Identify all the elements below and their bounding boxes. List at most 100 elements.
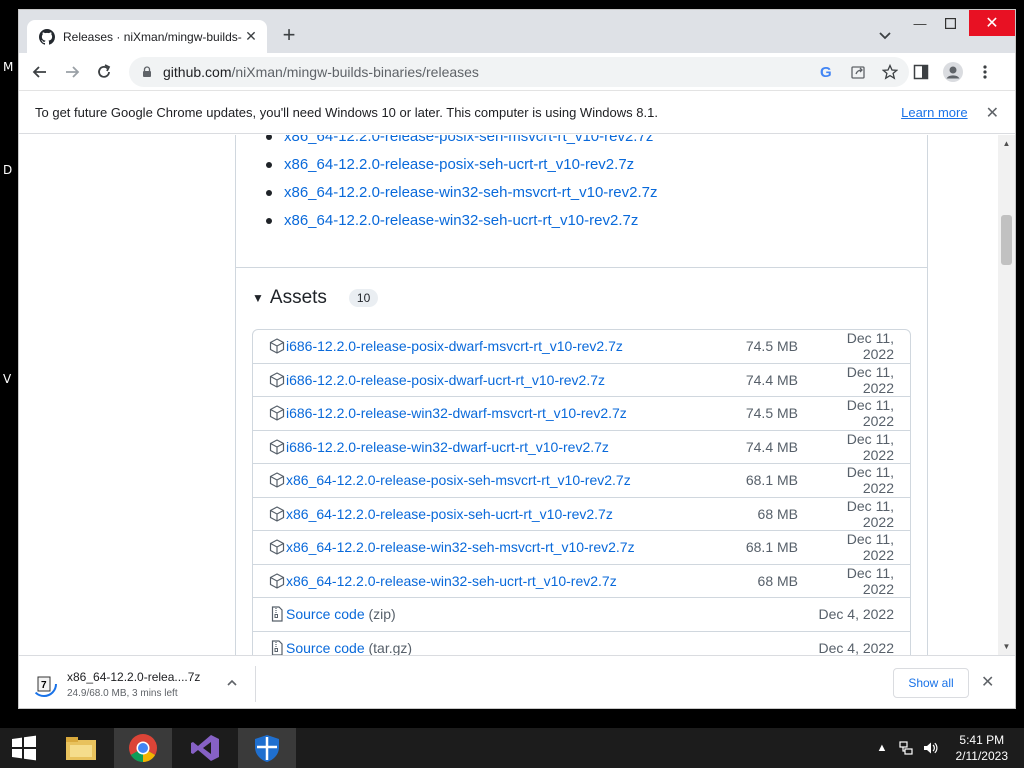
asset-size: 74.4 MB <box>745 438 798 455</box>
chrome-icon <box>129 734 157 762</box>
tab-search-chevron-icon[interactable] <box>876 26 894 44</box>
release-file-link[interactable]: x86_64-12.2.0-release-posix-seh-ucrt-rt_… <box>266 151 658 179</box>
tab-close-icon[interactable]: ✕ <box>243 28 259 45</box>
taskbar-chrome[interactable] <box>114 728 172 768</box>
source-code-link[interactable]: Source code (tar.gz) <box>286 640 814 655</box>
asset-row: i686-12.2.0-release-win32-dwarf-ucrt-rt_… <box>253 430 910 464</box>
folder-icon <box>66 737 96 760</box>
asset-size: 68 MB <box>757 572 798 589</box>
url-path: /niXman/mingw-builds-binaries/releases <box>231 64 479 80</box>
download-filename: x86_64-12.2.0-relea....7z <box>67 669 201 684</box>
release-box: x86_64-12.2.0-release-posix-seh-msvcrt-r… <box>235 135 928 655</box>
bookmark-star-icon[interactable] <box>881 63 899 81</box>
vertical-scrollbar[interactable]: ▲ ▼ <box>998 135 1015 655</box>
infobar-message: To get future Google Chrome updates, you… <box>35 105 658 120</box>
back-button[interactable] <box>28 60 52 84</box>
asset-date: Dec 11, 2022 <box>846 397 894 430</box>
scrollbar-thumb[interactable] <box>1001 215 1012 265</box>
tab-title: Releases · niXman/mingw-builds- <box>63 29 242 44</box>
asset-row: i686-12.2.0-release-win32-dwarf-msvcrt-r… <box>253 397 910 431</box>
release-file-link[interactable]: x86_64-12.2.0-release-win32-seh-ucrt-rt_… <box>266 207 658 235</box>
google-icon[interactable]: G <box>817 63 835 81</box>
scroll-down-arrow-icon[interactable]: ▼ <box>998 638 1015 655</box>
asset-row: x86_64-12.2.0-release-posix-seh-msvcrt-r… <box>253 464 910 498</box>
volume-icon[interactable] <box>922 740 938 756</box>
taskbar-security[interactable] <box>238 728 296 768</box>
chrome-window: Releases · niXman/mingw-builds- ✕ + — ✕ … <box>18 9 1016 709</box>
tab-releases[interactable]: Releases · niXman/mingw-builds- ✕ <box>27 20 267 53</box>
side-panel-icon <box>913 64 929 80</box>
section-divider <box>236 267 927 268</box>
release-file-link[interactable]: x86_64-12.2.0-release-posix-seh-msvcrt-r… <box>266 135 658 151</box>
tab-strip: Releases · niXman/mingw-builds- ✕ + — ✕ <box>19 10 1015 53</box>
asset-row: x86_64-12.2.0-release-win32-seh-msvcrt-r… <box>253 531 910 565</box>
learn-more-link[interactable]: Learn more <box>901 105 967 120</box>
maximize-button[interactable] <box>934 10 966 36</box>
forward-button[interactable] <box>60 60 84 84</box>
source-code-label: Source code <box>286 606 365 623</box>
desktop-fragment: D <box>3 163 13 177</box>
asset-link[interactable]: i686-12.2.0-release-posix-dwarf-msvcrt-r… <box>286 338 708 354</box>
close-window-button[interactable]: ✕ <box>969 10 1015 36</box>
share-icon[interactable] <box>849 63 867 81</box>
taskbar-file-explorer[interactable] <box>52 728 110 768</box>
asset-link[interactable]: i686-12.2.0-release-posix-dwarf-ucrt-rt_… <box>286 372 708 388</box>
download-item[interactable]: 7 x86_64-12.2.0-relea....7z 24.9/68.0 MB… <box>31 666 256 702</box>
system-clock[interactable]: 5:41 PM 2/11/2023 <box>956 732 1009 764</box>
asset-date: Dec 4, 2022 <box>818 606 895 623</box>
menu-button[interactable] <box>973 60 997 84</box>
side-panel-button[interactable] <box>909 60 933 84</box>
source-code-format: (zip) <box>368 606 396 623</box>
page-content: x86_64-12.2.0-release-posix-seh-msvcrt-r… <box>19 135 1015 655</box>
new-tab-button[interactable]: + <box>277 24 301 48</box>
asset-link[interactable]: x86_64-12.2.0-release-posix-seh-ucrt-rt_… <box>286 506 708 522</box>
assets-header[interactable]: ▼ Assets 10 <box>252 287 379 309</box>
source-asset-row: Source code (zip) Dec 4, 2022 <box>253 598 910 632</box>
browser-toolbar: github.com/niXman/mingw-builds-binaries/… <box>19 53 1015 91</box>
source-code-format: (tar.gz) <box>368 640 413 655</box>
package-icon <box>269 372 285 388</box>
minimize-button[interactable]: — <box>904 10 936 36</box>
download-status: 24.9/68.0 MB, 3 mins left <box>67 687 178 699</box>
asset-size: 68.1 MB <box>745 539 798 556</box>
asset-row: i686-12.2.0-release-posix-dwarf-msvcrt-r… <box>253 330 910 364</box>
release-file-link[interactable]: x86_64-12.2.0-release-win32-seh-msvcrt-r… <box>266 179 658 207</box>
asset-date: Dec 11, 2022 <box>846 531 894 564</box>
update-infobar: To get future Google Chrome updates, you… <box>19 92 1015 134</box>
reload-button[interactable] <box>92 60 116 84</box>
kebab-menu-icon <box>983 65 987 79</box>
package-icon <box>269 405 285 421</box>
asset-link[interactable]: i686-12.2.0-release-win32-dwarf-ucrt-rt_… <box>286 439 708 455</box>
address-bar[interactable]: github.com/niXman/mingw-builds-binaries/… <box>129 57 909 87</box>
package-icon <box>269 338 285 354</box>
package-icon <box>269 472 285 488</box>
asset-row: x86_64-12.2.0-release-win32-seh-ucrt-rt_… <box>253 564 910 598</box>
desktop-fragment: M <box>3 60 14 74</box>
download-shelf-close-icon[interactable]: ✕ <box>981 672 994 692</box>
svg-text:7: 7 <box>41 680 47 691</box>
desktop-fragment: V <box>3 372 12 386</box>
show-all-button[interactable]: Show all <box>893 668 969 698</box>
asset-row: i686-12.2.0-release-posix-dwarf-ucrt-rt_… <box>253 364 910 397</box>
network-icon[interactable] <box>898 740 914 756</box>
asset-size: 68.1 MB <box>745 472 798 489</box>
tray-overflow-icon[interactable]: ▲ <box>874 740 890 756</box>
asset-date: Dec 11, 2022 <box>846 430 894 463</box>
profile-button[interactable] <box>941 60 965 84</box>
chevron-up-icon[interactable] <box>225 676 239 690</box>
forward-arrow-icon <box>66 66 80 78</box>
asset-link[interactable]: x86_64-12.2.0-release-win32-seh-msvcrt-r… <box>286 539 708 555</box>
asset-link[interactable]: i686-12.2.0-release-win32-dwarf-msvcrt-r… <box>286 405 708 421</box>
release-file-list: x86_64-12.2.0-release-posix-seh-msvcrt-r… <box>266 135 658 235</box>
scroll-up-arrow-icon[interactable]: ▲ <box>998 135 1015 152</box>
asset-row: x86_64-12.2.0-release-posix-seh-ucrt-rt_… <box>253 498 910 531</box>
source-code-link[interactable]: Source code (zip) <box>286 606 814 622</box>
start-button[interactable] <box>0 728 48 768</box>
taskbar-visual-studio[interactable] <box>176 728 234 768</box>
asset-link[interactable]: x86_64-12.2.0-release-posix-seh-msvcrt-r… <box>286 472 708 488</box>
asset-date: Dec 11, 2022 <box>846 564 894 597</box>
clock-date: 2/11/2023 <box>955 749 1009 763</box>
assets-list: i686-12.2.0-release-posix-dwarf-msvcrt-r… <box>252 329 911 655</box>
infobar-close-icon[interactable]: ✕ <box>986 103 999 123</box>
asset-link[interactable]: x86_64-12.2.0-release-win32-seh-ucrt-rt_… <box>286 573 708 589</box>
